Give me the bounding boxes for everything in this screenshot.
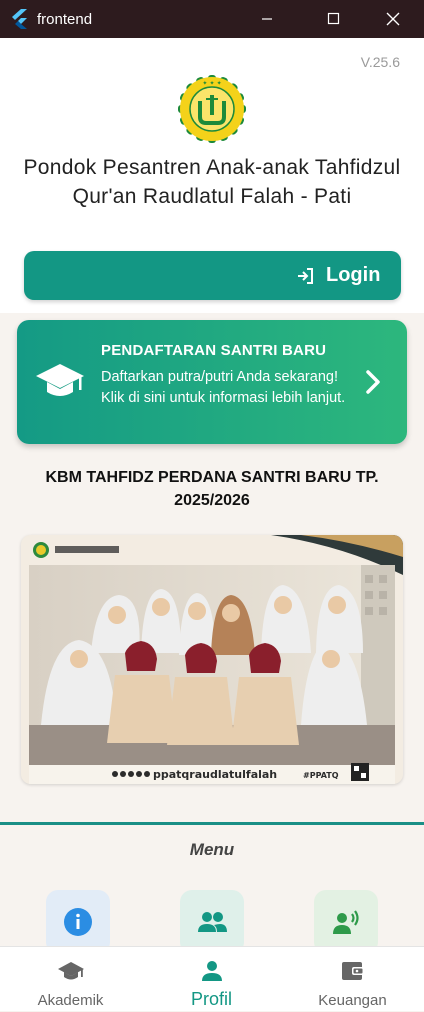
minimize-button[interactable]	[244, 0, 290, 38]
graduation-cap-icon	[58, 962, 84, 980]
window-titlebar: frontend	[0, 0, 424, 38]
close-icon	[386, 12, 400, 26]
graduation-cap-icon	[36, 364, 84, 396]
registration-card[interactable]: PENDAFTARAN SANTRI BARU Daftarkan putra/…	[17, 320, 407, 444]
nav-label-keuangan: Keuangan	[318, 992, 387, 1009]
speaker-icon	[333, 910, 359, 934]
login-button[interactable]: Login	[24, 251, 401, 300]
version-label: V.25.6	[360, 54, 400, 70]
person-icon	[202, 961, 222, 981]
school-name: Pondok Pesantren Anak-anak Tahfidzul Qur…	[23, 156, 401, 208]
menu-item-info[interactable]	[46, 890, 110, 946]
maximize-button[interactable]	[310, 0, 356, 38]
window-title: frontend	[37, 11, 93, 28]
header-section: V.25.6 ✦ ✦ ✦ Pondok Pesantren Anak-anak …	[0, 38, 424, 313]
menu-title: Menu	[189, 840, 235, 859]
news-photo[interactable]: ppatqraudlatulfalah #PPATQ	[21, 535, 403, 784]
close-button[interactable]	[370, 0, 416, 38]
maximize-icon	[327, 12, 340, 25]
news-title: KBM TAHFIDZ PERDANA SANTRI BARU TP. 2025…	[45, 469, 379, 509]
photo-banner-text: ppatqraudlatulfalah	[153, 768, 277, 781]
main-content[interactable]: V.25.6 ✦ ✦ ✦ Pondok Pesantren Anak-anak …	[0, 38, 424, 946]
institution-logo: ✦ ✦ ✦	[178, 75, 246, 143]
nav-item-keuangan[interactable]: Keuangan	[282, 947, 423, 1012]
minimize-icon	[262, 18, 272, 20]
nav-item-profil[interactable]: Profil	[141, 947, 282, 1012]
registration-description: Daftarkan putra/putri Anda sekarang! Kli…	[101, 369, 346, 406]
section-divider	[0, 822, 424, 825]
login-label: Login	[326, 264, 381, 286]
registration-title: PENDAFTARAN SANTRI BARU	[101, 342, 327, 359]
login-icon	[298, 268, 313, 284]
group-icon	[198, 912, 227, 932]
nav-label-profil: Profil	[190, 989, 232, 1009]
menu-item-group[interactable]	[180, 890, 244, 946]
menu-item-announcement[interactable]	[314, 890, 378, 946]
chevron-right-icon	[366, 370, 380, 394]
svg-text:✦ ✦ ✦: ✦ ✦ ✦	[202, 80, 221, 87]
flutter-icon	[12, 9, 27, 29]
photo-badge-text: #PPATQ	[303, 771, 339, 780]
wallet-icon	[342, 962, 364, 980]
bottom-navigation: Akademik Profil Keuangan	[0, 946, 424, 1011]
nav-item-akademik[interactable]: Akademik	[0, 947, 141, 1012]
nav-label-akademik: Akademik	[37, 992, 104, 1009]
news-photo-image: ppatqraudlatulfalah #PPATQ	[21, 535, 403, 784]
info-icon	[64, 908, 92, 936]
